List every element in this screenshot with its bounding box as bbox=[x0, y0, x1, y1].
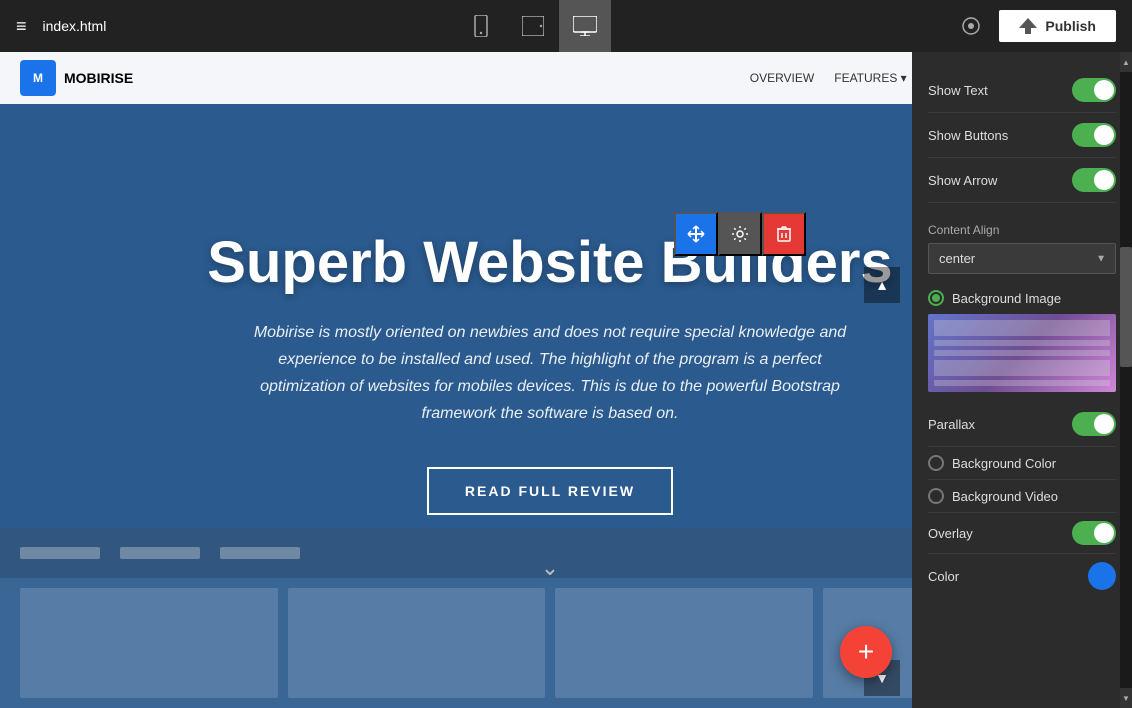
scrollbar-thumb[interactable] bbox=[1120, 247, 1132, 367]
content-align-section: Content Align left center right ▼ bbox=[928, 203, 1116, 280]
background-image-thumbnail[interactable] bbox=[928, 314, 1116, 392]
show-text-toggle[interactable] bbox=[1072, 78, 1116, 102]
topbar-right: Publish bbox=[959, 10, 1116, 42]
background-image-section: Background Image bbox=[928, 280, 1116, 402]
side-scrollbar[interactable]: ▲ ▼ bbox=[1120, 52, 1132, 708]
show-arrow-label: Show Arrow bbox=[928, 173, 997, 188]
show-text-row: Show Text bbox=[928, 68, 1116, 113]
show-buttons-row: Show Buttons bbox=[928, 113, 1116, 158]
panel-content: Show Text Show Buttons Show Arrow Conten… bbox=[912, 52, 1132, 678]
main-area: M MOBIRISE OVERVIEW FEATURES ▾ HELP ▾ DO… bbox=[0, 52, 1132, 708]
mobile-view-button[interactable] bbox=[455, 0, 507, 52]
publish-button[interactable]: Publish bbox=[999, 10, 1116, 42]
content-align-select-wrapper: left center right ▼ bbox=[928, 243, 1116, 274]
hero-subtitle: Mobirise is mostly oriented on newbies a… bbox=[250, 319, 850, 428]
show-arrow-toggle[interactable] bbox=[1072, 168, 1116, 192]
parallax-label: Parallax bbox=[928, 417, 975, 432]
panel-scroll-up-button[interactable]: ▲ bbox=[864, 267, 900, 303]
show-arrow-row: Show Arrow bbox=[928, 158, 1116, 203]
color-row: Color bbox=[928, 554, 1116, 598]
show-buttons-label: Show Buttons bbox=[928, 128, 1008, 143]
background-image-header: Background Image bbox=[928, 290, 1116, 314]
filename: index.html bbox=[43, 18, 107, 34]
scrollbar-up-icon: ▲ bbox=[1120, 52, 1132, 72]
content-align-select[interactable]: left center right bbox=[928, 243, 1116, 274]
show-buttons-toggle[interactable] bbox=[1072, 123, 1116, 147]
overlay-label: Overlay bbox=[928, 526, 973, 541]
background-video-option[interactable]: Background Video bbox=[928, 480, 1116, 513]
hero-cta-button[interactable]: READ FULL REVIEW bbox=[427, 467, 673, 515]
desktop-view-button[interactable] bbox=[559, 0, 611, 52]
parallax-row: Parallax bbox=[928, 402, 1116, 447]
scrollbar-down-icon: ▼ bbox=[1120, 688, 1132, 708]
background-image-label: Background Image bbox=[952, 291, 1061, 306]
topbar: ≡ index.html Publish bbox=[0, 0, 1132, 52]
move-section-button[interactable] bbox=[674, 212, 718, 256]
preview-logo: M MOBIRISE bbox=[20, 60, 133, 96]
editor-toolbar bbox=[674, 212, 806, 256]
delete-section-button[interactable] bbox=[762, 212, 806, 256]
background-video-radio[interactable] bbox=[928, 488, 944, 504]
background-video-label: Background Video bbox=[952, 489, 1058, 504]
preview-button[interactable] bbox=[959, 16, 983, 36]
background-image-radio[interactable] bbox=[928, 290, 944, 306]
show-text-label: Show Text bbox=[928, 83, 988, 98]
tablet-view-button[interactable] bbox=[507, 0, 559, 52]
menu-icon[interactable]: ≡ bbox=[16, 16, 27, 37]
add-section-fab[interactable]: + bbox=[840, 626, 892, 678]
content-align-label: Content Align bbox=[928, 213, 1116, 243]
device-switcher bbox=[455, 0, 611, 52]
settings-panel: Show Text Show Buttons Show Arrow Conten… bbox=[912, 52, 1132, 708]
background-color-label: Background Color bbox=[952, 456, 1056, 471]
overlay-row: Overlay bbox=[928, 513, 1116, 554]
topbar-left: ≡ index.html bbox=[16, 16, 106, 37]
parallax-toggle[interactable] bbox=[1072, 412, 1116, 436]
color-label: Color bbox=[928, 569, 959, 584]
background-color-radio[interactable] bbox=[928, 455, 944, 471]
preview-logo-icon: M bbox=[20, 60, 56, 96]
section-settings-button[interactable] bbox=[718, 212, 762, 256]
background-color-option[interactable]: Background Color bbox=[928, 447, 1116, 480]
color-swatch[interactable] bbox=[1088, 562, 1116, 590]
overlay-toggle[interactable] bbox=[1072, 521, 1116, 545]
thumbnail-preview bbox=[928, 314, 1116, 392]
